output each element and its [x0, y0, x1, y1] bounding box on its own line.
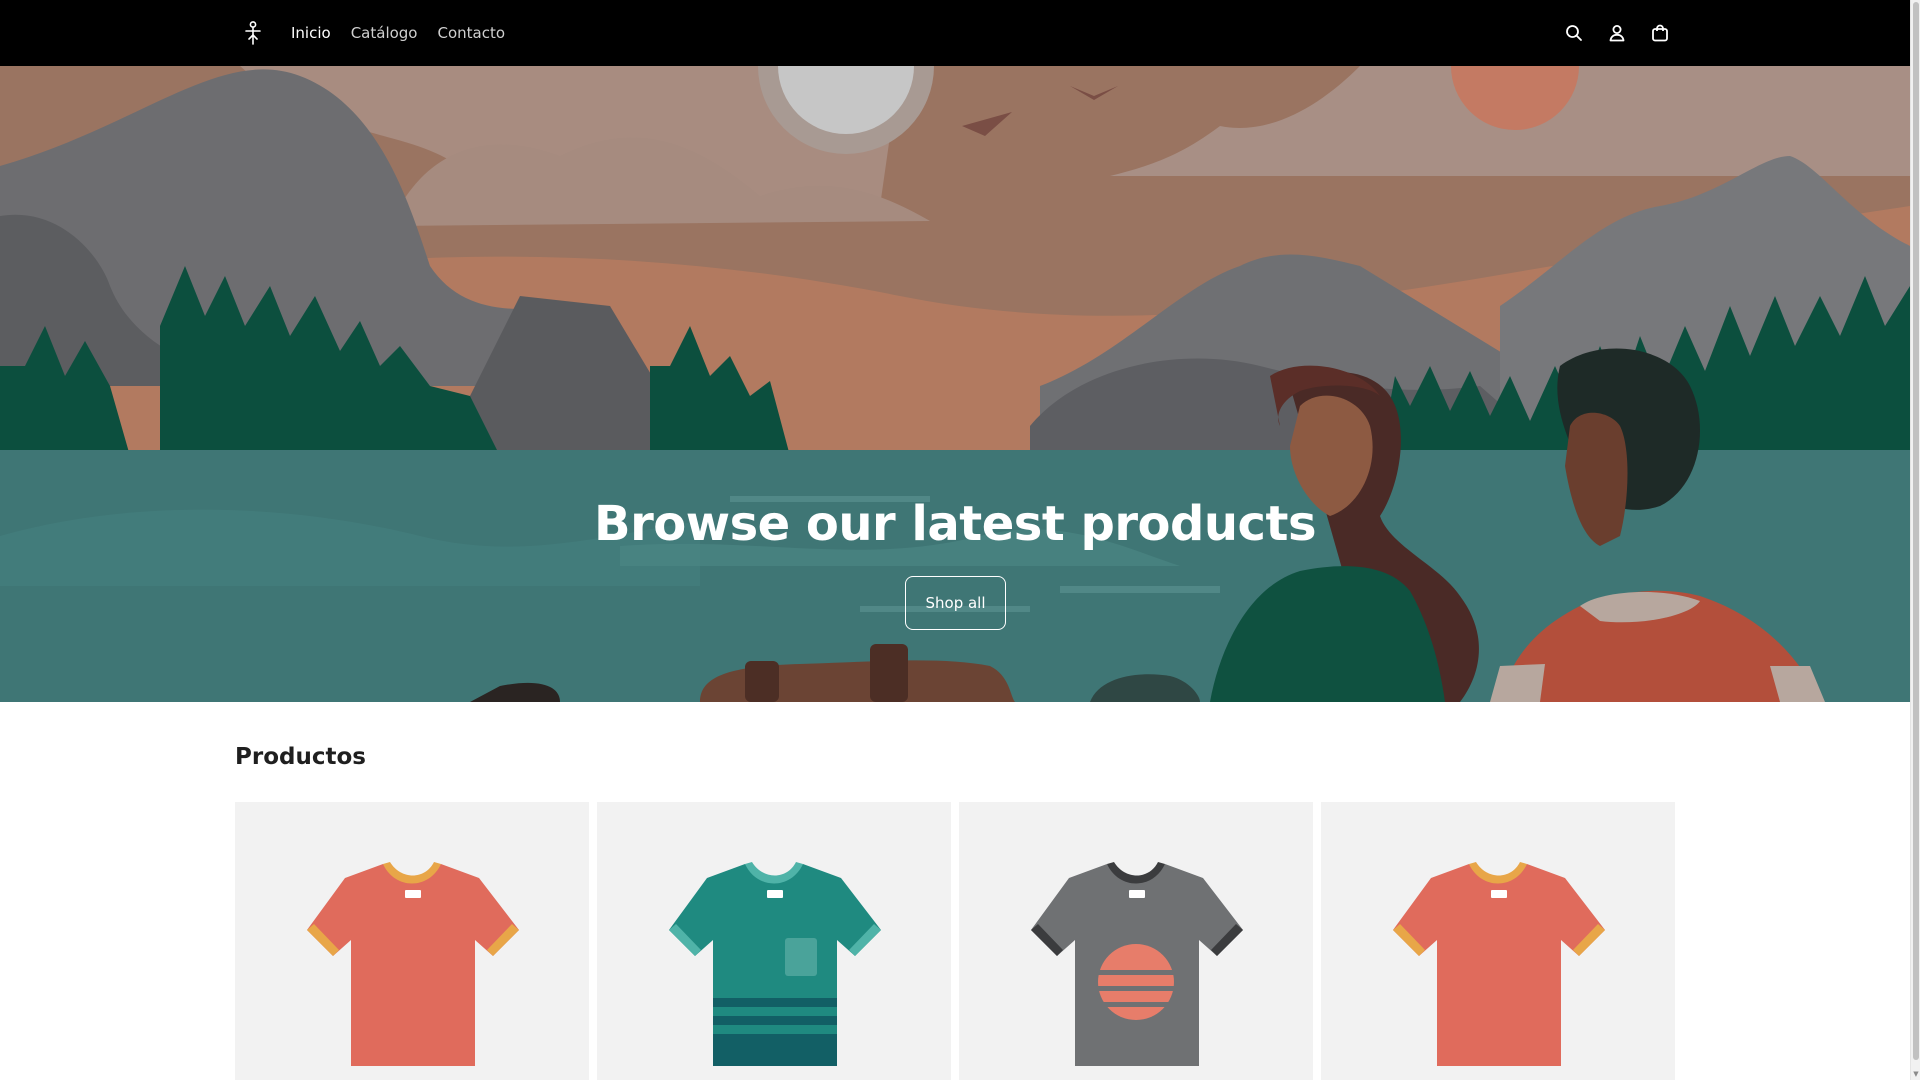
site-header: Inicio Catálogo Contacto: [0, 0, 1910, 66]
scrollbar-thumb[interactable]: [1913, 2, 1919, 1060]
nav-item-inicio[interactable]: Inicio: [291, 24, 331, 42]
page: Inicio Catálogo Contacto Browse our late…: [0, 0, 1910, 1080]
figure-logo-icon: [245, 21, 261, 45]
main-nav: Inicio Catálogo Contacto: [291, 0, 505, 66]
hero-banner: Browse our latest products Shop all: [0, 66, 1910, 702]
account-icon: [1609, 25, 1625, 42]
logo-link[interactable]: [242, 20, 264, 46]
search-button[interactable]: [1564, 23, 1584, 43]
product-card[interactable]: [597, 802, 951, 1080]
grey-sunset-tshirt-icon: [1031, 862, 1243, 1066]
account-button[interactable]: [1607, 23, 1627, 43]
product-card[interactable]: [959, 802, 1313, 1080]
shop-all-button[interactable]: Shop all: [905, 576, 1006, 630]
nav-item-contacto[interactable]: Contacto: [438, 24, 506, 42]
products-section-title: Productos: [235, 744, 366, 770]
hero-title: Browse our latest products: [593, 496, 1317, 552]
coral-tshirt-icon: [1393, 862, 1605, 1066]
header-actions: [1564, 0, 1670, 66]
cart-button[interactable]: [1650, 23, 1670, 43]
scroll-down-arrow-icon[interactable]: ▼: [1912, 1070, 1920, 1078]
product-card[interactable]: [235, 802, 589, 1080]
coral-tshirt-icon: [307, 862, 519, 1066]
cart-icon: [1652, 24, 1668, 42]
teal-striped-tshirt-icon: [669, 862, 881, 1066]
nav-item-catalogo[interactable]: Catálogo: [351, 24, 418, 42]
search-icon: [1566, 25, 1582, 41]
page-scrollbar[interactable]: ▼: [1910, 0, 1920, 1080]
product-card[interactable]: [1321, 802, 1675, 1080]
